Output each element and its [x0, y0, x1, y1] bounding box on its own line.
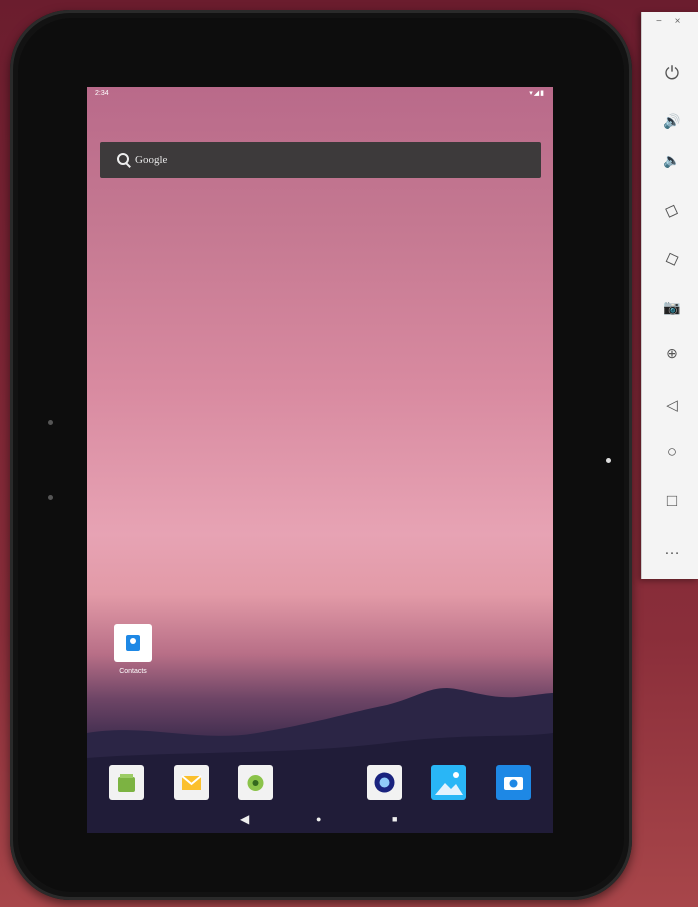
power-button[interactable]: ⏻: [659, 60, 685, 86]
bezel-sensor-1: [48, 420, 53, 425]
nav-recents-button[interactable]: ■: [392, 813, 397, 825]
more-button[interactable]: …: [659, 537, 685, 563]
volume-down-icon: 🔈: [663, 151, 681, 168]
power-icon: ⏻: [664, 62, 680, 83]
minimize-button[interactable]: −: [656, 16, 662, 27]
market-icon: [118, 774, 135, 792]
search-label: Google: [135, 154, 168, 166]
emulator-toolbar: − × ⏻ 🔊 🔈 ◇ ◇ 📷 ⊕ ◁ ○ □ …: [641, 12, 698, 579]
contacts-icon: [114, 624, 152, 662]
overview-button[interactable]: □: [659, 488, 685, 514]
home-icon: ○: [666, 442, 678, 461]
email-icon: [181, 775, 202, 790]
nav-back-button[interactable]: ◀: [240, 813, 249, 825]
close-button[interactable]: ×: [675, 16, 681, 27]
window-controls: − ×: [656, 16, 690, 27]
screenshot-icon: 📷: [663, 298, 681, 315]
volume-up-button[interactable]: 🔊: [659, 108, 685, 134]
camera-lens-app[interactable]: [367, 765, 402, 800]
volume-up-icon: 🔊: [663, 112, 681, 129]
rotate-right-icon: ◇: [661, 245, 682, 270]
back-button[interactable]: ◁: [659, 392, 685, 418]
contacts-label: Contacts: [119, 668, 147, 675]
gallery-app[interactable]: [431, 765, 466, 800]
more-icon: …: [664, 541, 680, 558]
android-icon: [247, 775, 264, 791]
volume-down-button[interactable]: 🔈: [659, 147, 685, 173]
navigation-bar: ◀ ● ■: [87, 809, 553, 833]
rotate-right-button[interactable]: ◇: [659, 245, 685, 271]
nav-home-button[interactable]: ●: [316, 813, 321, 825]
market-app[interactable]: [109, 765, 144, 800]
zoom-icon: ⊕: [666, 344, 678, 361]
camera-icon: [504, 777, 523, 790]
screenshot-button[interactable]: 📷: [659, 294, 685, 320]
rotate-left-icon: ◇: [662, 197, 683, 222]
home-button[interactable]: ○: [659, 439, 685, 465]
status-icons: ▾◢▮: [529, 90, 545, 97]
status-bar: 2:34 ▾◢▮: [87, 87, 553, 103]
app-dock: [87, 765, 553, 801]
contacts-app[interactable]: Contacts: [108, 624, 158, 675]
zoom-button[interactable]: ⊕: [659, 340, 685, 366]
device-screen[interactable]: 2:34 ▾◢▮ Google Contacts ◀ ● ■: [87, 87, 553, 833]
google-search-bar[interactable]: Google: [100, 142, 541, 178]
camera-lens-icon: [374, 772, 395, 793]
search-icon: [117, 153, 131, 167]
bezel-sensor-2: [48, 495, 53, 500]
back-icon: ◁: [666, 397, 678, 414]
gallery-icon: [435, 772, 463, 795]
overview-icon: □: [666, 491, 678, 510]
bezel-camera: [606, 458, 611, 463]
email-app[interactable]: [174, 765, 209, 800]
camera-app[interactable]: [496, 765, 531, 800]
rotate-left-button[interactable]: ◇: [659, 197, 685, 223]
status-time: 2:34: [95, 90, 109, 97]
api-demos-app[interactable]: [238, 765, 273, 800]
